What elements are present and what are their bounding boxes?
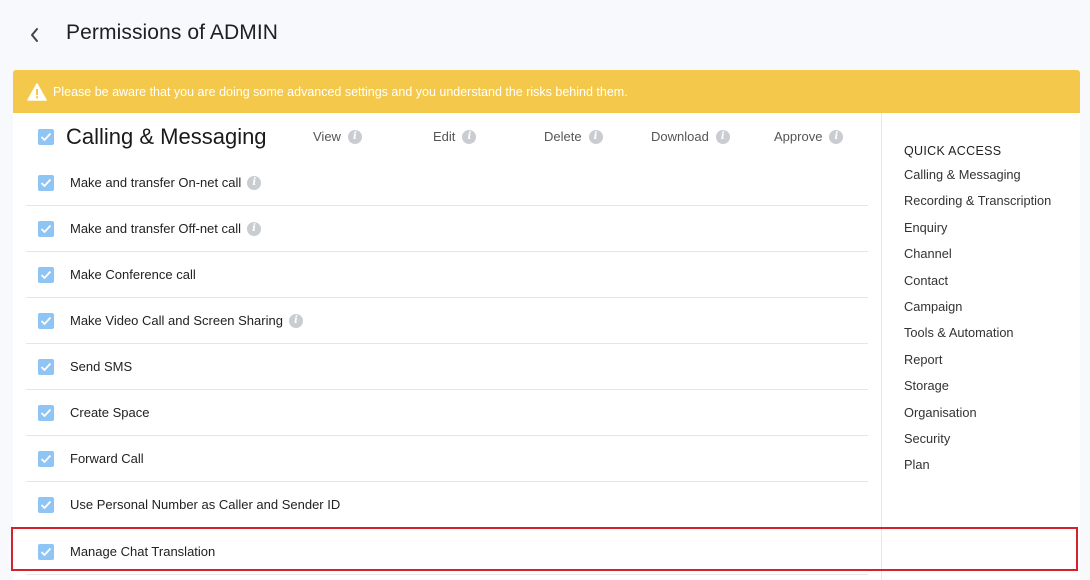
column-label: Delete	[544, 129, 582, 144]
column-label: Approve	[774, 129, 823, 144]
permission-checkbox[interactable]	[38, 451, 54, 467]
info-icon[interactable]: i	[247, 175, 262, 190]
permission-row: Make and transfer Off-net call i	[26, 206, 868, 252]
check-icon	[40, 454, 52, 464]
permission-label: Create Space	[70, 405, 150, 420]
permission-row: Make Video Call and Screen Sharing i	[26, 298, 868, 344]
column-label: View	[313, 129, 341, 144]
back-button[interactable]	[24, 23, 46, 47]
permission-checkbox[interactable]	[38, 544, 54, 560]
chevron-left-icon	[31, 28, 38, 42]
check-icon	[40, 224, 52, 234]
section-checkbox[interactable]	[38, 129, 54, 145]
quick-access-link[interactable]: Tools & Automation	[904, 323, 1074, 349]
permission-label: Make Conference call	[70, 267, 196, 282]
permission-checkbox[interactable]	[38, 175, 54, 191]
warning-banner: Please be aware that you are doing some …	[13, 70, 1080, 113]
check-icon	[40, 547, 52, 557]
permission-row: Manage Chat Translation	[26, 529, 868, 575]
info-icon[interactable]: i	[247, 221, 262, 236]
permission-row: Make Conference call	[26, 252, 868, 298]
permission-checkbox[interactable]	[38, 267, 54, 283]
warning-text: Please be aware that you are doing some …	[53, 84, 628, 99]
quick-access-link[interactable]: Enquiry	[904, 218, 1074, 244]
permission-checkbox[interactable]	[38, 405, 54, 421]
permission-label: Manage Chat Translation	[70, 544, 216, 559]
permission-label: Make Video Call and Screen Sharing	[70, 313, 283, 328]
check-icon	[40, 132, 52, 142]
quick-access-link[interactable]: Report	[904, 350, 1074, 376]
quick-access-link[interactable]: Organisation	[904, 403, 1074, 429]
permission-checkbox[interactable]	[38, 221, 54, 237]
permissions-panel: Calling & Messaging View i Edit i Delete i …	[13, 113, 1080, 580]
section-header: Calling & Messaging View i Edit i Delete i …	[13, 113, 881, 159]
column-delete: Delete i	[544, 129, 603, 144]
permission-label: Send SMS	[70, 359, 133, 374]
quick-access-link[interactable]: Plan	[904, 455, 1074, 481]
check-icon	[40, 178, 52, 188]
info-icon[interactable]: i	[588, 129, 603, 144]
column-label: Download	[651, 129, 709, 144]
quick-access-link[interactable]: Calling & Messaging	[904, 165, 1074, 191]
permission-checkbox[interactable]	[38, 313, 54, 329]
quick-access-link[interactable]: Recording & Transcription	[904, 191, 1074, 217]
permission-checkbox[interactable]	[38, 497, 54, 513]
panel-divider	[881, 113, 882, 580]
column-label: Edit	[433, 129, 456, 144]
check-icon	[40, 500, 52, 510]
permission-checkbox[interactable]	[38, 359, 54, 375]
column-approve: Approve i	[774, 129, 844, 144]
info-icon[interactable]: i	[715, 129, 730, 144]
warning-icon	[27, 82, 47, 101]
info-icon[interactable]: i	[347, 129, 362, 144]
info-icon[interactable]: i	[462, 129, 477, 144]
column-view: View i	[313, 129, 362, 144]
permission-row: Use Personal Number as Caller and Sender…	[26, 482, 868, 528]
info-icon[interactable]: i	[288, 313, 303, 328]
permission-label: Make and transfer On-net call	[70, 175, 242, 190]
section-title: Calling & Messaging	[66, 124, 267, 149]
check-icon	[40, 408, 52, 418]
permissions-list: Calling & Messaging View i Edit i Delete i …	[13, 113, 881, 580]
quick-access-link[interactable]: Campaign	[904, 297, 1074, 323]
permission-row: Make and transfer On-net call i	[26, 160, 868, 206]
page-title: Permissions of ADMIN	[66, 21, 279, 44]
column-download: Download i	[651, 129, 730, 144]
quick-access-link[interactable]: Channel	[904, 244, 1074, 270]
check-icon	[40, 316, 52, 326]
quick-access-link[interactable]: Contact	[904, 271, 1074, 297]
check-icon	[40, 270, 52, 280]
quick-access-link[interactable]: Storage	[904, 376, 1074, 402]
quick-access: QUICK ACCESS Calling & Messaging Recordi…	[904, 144, 1074, 482]
quick-access-title: QUICK ACCESS	[904, 144, 1002, 158]
permission-row: Create Space	[26, 390, 868, 436]
permission-label: Use Personal Number as Caller and Sender…	[70, 497, 341, 512]
quick-access-link[interactable]: Security	[904, 429, 1074, 455]
permission-row: Send SMS	[26, 344, 868, 390]
check-icon	[40, 362, 52, 372]
info-icon[interactable]: i	[829, 129, 844, 144]
permission-label: Make and transfer Off-net call	[70, 221, 242, 236]
page-header: Permissions of ADMIN	[0, 0, 1090, 70]
column-edit: Edit i	[433, 129, 477, 144]
permission-row: Forward Call	[26, 436, 868, 482]
permission-label: Forward Call	[70, 451, 144, 466]
